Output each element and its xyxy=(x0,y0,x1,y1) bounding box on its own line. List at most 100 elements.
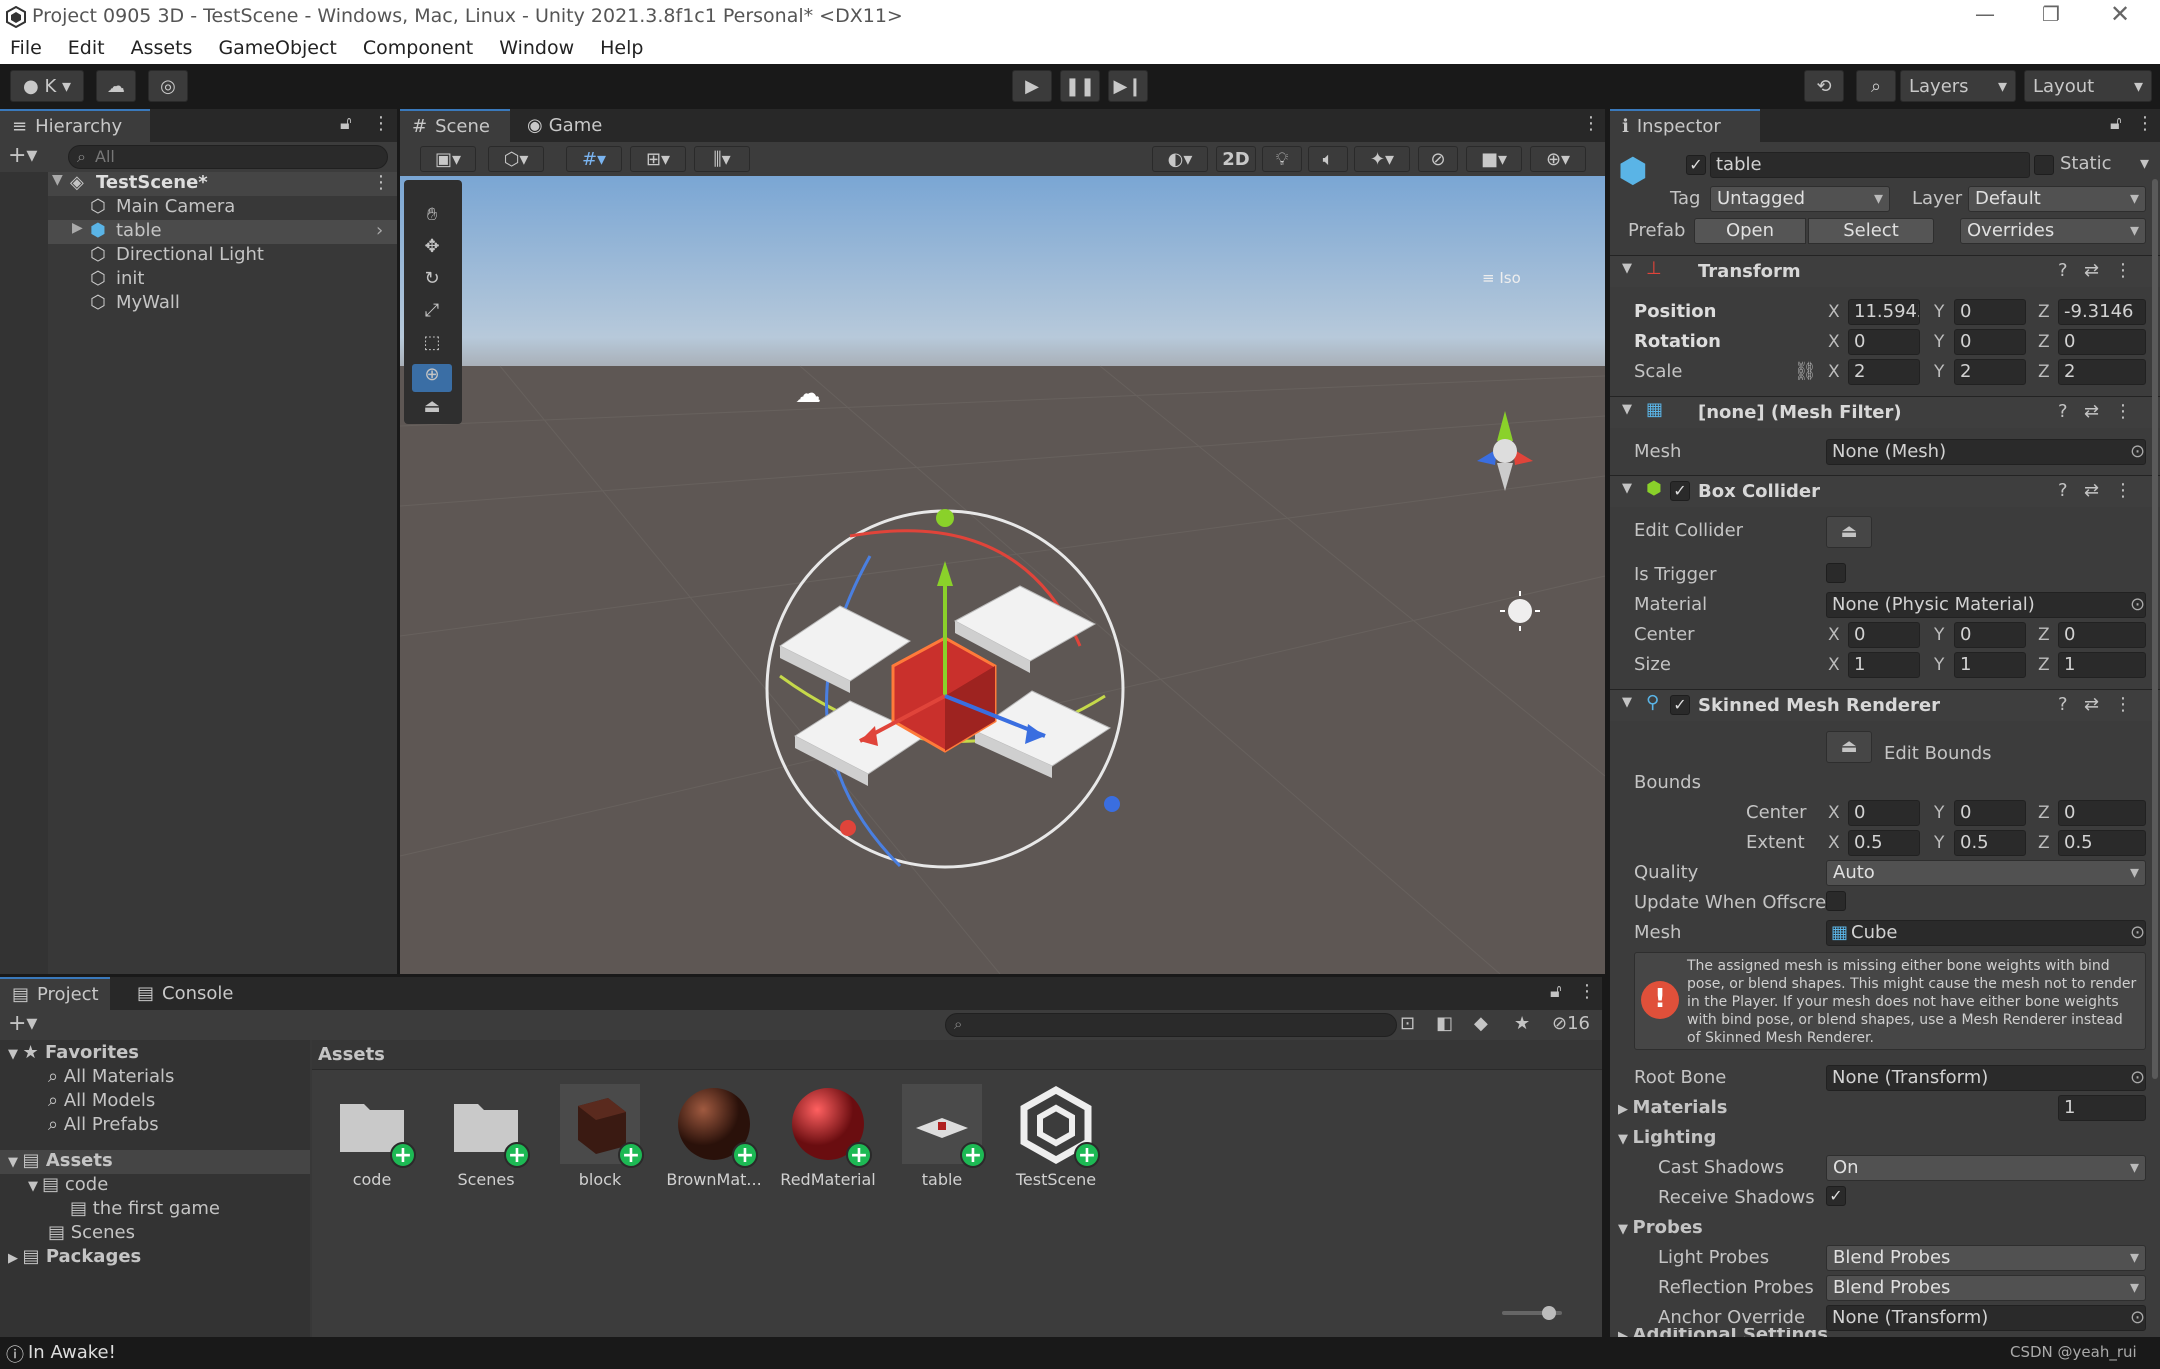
prefab-overrides-dropdown[interactable]: Overrides xyxy=(1960,218,2146,244)
hierarchy-item-selected[interactable]: ▶ ⬢ table › xyxy=(0,220,397,244)
prefab-open-button[interactable]: Open xyxy=(1694,218,1806,244)
mesh-object-field[interactable]: None (Mesh) xyxy=(1826,439,2146,465)
gizmos-button[interactable]: ⊕▾ xyxy=(1530,146,1586,172)
filter-type-icon[interactable]: ◧ xyxy=(1436,1013,1453,1034)
search-button[interactable]: ⌕ xyxy=(1856,70,1896,102)
root-bone-field[interactable]: None (Transform) xyxy=(1826,1065,2146,1091)
mesh-object-field[interactable]: ▦ Cube xyxy=(1826,920,2146,946)
slider-handle[interactable] xyxy=(1542,1306,1556,1320)
asset-item[interactable]: + code xyxy=(322,1084,422,1189)
lock-icon[interactable]: 🔓︎ xyxy=(340,113,352,134)
lock-icon[interactable]: 🔓︎ xyxy=(1550,981,1562,1002)
tab-game[interactable]: ◉ Game xyxy=(515,109,615,142)
restore-button[interactable]: ❐ xyxy=(2042,2,2060,26)
layer-dropdown[interactable]: Default xyxy=(1968,186,2146,212)
inspector-scrollbar[interactable] xyxy=(2152,179,2158,1079)
help-icon[interactable]: ? xyxy=(2058,260,2068,281)
physic-material-field[interactable]: None (Physic Material) xyxy=(1826,592,2146,618)
asset-item[interactable]: + RedMaterial xyxy=(778,1084,878,1189)
pause-button[interactable]: ❚❚ xyxy=(1060,70,1100,102)
object-picker-icon[interactable]: ⊙ xyxy=(2130,1067,2145,1088)
kebab-menu-icon[interactable]: ⋮ xyxy=(1578,981,1596,1002)
asset-item[interactable]: + TestScene xyxy=(1006,1084,1106,1189)
hierarchy-item[interactable]: ⬡ MyWall xyxy=(0,292,397,316)
assets-tree-root[interactable]: ▼ ▤ Assets xyxy=(0,1150,310,1174)
tab-inspector[interactable]: ℹ Inspector xyxy=(1610,109,1760,142)
tree-folder[interactable]: ▤ the first game xyxy=(70,1198,220,1219)
preset-icon[interactable]: ⇄ xyxy=(2084,480,2099,501)
kebab-menu-icon[interactable]: ⋮ xyxy=(2114,401,2132,422)
help-icon[interactable]: ? xyxy=(2058,694,2068,715)
kebab-menu-icon[interactable]: ⋮ xyxy=(372,172,390,193)
receive-shadows-checkbox[interactable]: ✓ xyxy=(1826,1186,1846,1206)
scene-viewport[interactable]: ≡ Iso ☁ ✋︎ ✥ ↻ ⤢ ⬚ ⊕ ⏏ xyxy=(400,176,1605,974)
tag-dropdown[interactable]: Untagged xyxy=(1710,186,1890,212)
scale-tool-icon[interactable]: ⤢ xyxy=(412,300,452,328)
chevron-down-icon[interactable]: ▾ xyxy=(2140,153,2149,174)
favorites-header[interactable]: ▼ ★ Favorites xyxy=(8,1042,139,1063)
search-options-icon[interactable]: ⊡ xyxy=(1400,1013,1415,1034)
history-button[interactable]: ⟲ xyxy=(1804,70,1844,102)
expand-arrow-icon[interactable]: ▼ xyxy=(52,172,63,188)
custom-tool-icon[interactable]: ⏏ xyxy=(412,396,452,424)
menu-file[interactable]: File xyxy=(10,34,42,64)
kebab-menu-icon[interactable]: ⋮ xyxy=(1582,113,1600,134)
enabled-checkbox[interactable]: ✓ xyxy=(1670,481,1690,501)
bounds-center-z-field[interactable]: 0 xyxy=(2058,800,2146,826)
update-offscreen-checkbox[interactable] xyxy=(1826,891,1846,911)
tree-folder[interactable]: ▤ Scenes xyxy=(48,1222,135,1243)
menu-window[interactable]: Window xyxy=(499,34,574,64)
kebab-menu-icon[interactable]: ⋮ xyxy=(2114,480,2132,501)
kebab-menu-icon[interactable]: ⋮ xyxy=(2114,260,2132,281)
bounds-extent-x-field[interactable]: 0.5 xyxy=(1848,830,1920,856)
layers-dropdown[interactable]: Layers ▾ xyxy=(1900,70,2016,102)
hierarchy-item[interactable]: ⬡ init xyxy=(0,268,397,292)
quality-dropdown[interactable]: Auto xyxy=(1826,860,2146,886)
rotation-y-field[interactable]: 0 xyxy=(1954,329,2026,355)
grid-snap-button[interactable]: #▾ xyxy=(566,146,622,172)
size-x-field[interactable]: 1 xyxy=(1848,652,1920,678)
camera-button[interactable]: ■▾ xyxy=(1466,146,1522,172)
hand-tool-icon[interactable]: ✋︎ xyxy=(412,204,452,232)
project-search[interactable]: ⌕ xyxy=(945,1013,1397,1037)
menu-help[interactable]: Help xyxy=(600,34,643,64)
scale-z-field[interactable]: 2 xyxy=(2058,359,2146,385)
tree-folder[interactable]: ▼ ▤ code xyxy=(28,1174,108,1195)
packages-root[interactable]: ▶ ▤ Packages xyxy=(8,1246,141,1267)
light-probes-dropdown[interactable]: Blend Probes xyxy=(1826,1245,2146,1271)
status-message[interactable]: In Awake! xyxy=(28,1342,116,1363)
camera-gizmo-icon[interactable]: ☁ xyxy=(795,379,821,409)
object-picker-icon[interactable]: ⊙ xyxy=(2130,441,2145,462)
preset-icon[interactable]: ⇄ xyxy=(2084,401,2099,422)
step-button[interactable]: ▶❙ xyxy=(1108,70,1148,102)
bounds-center-y-field[interactable]: 0 xyxy=(1954,800,2026,826)
enabled-checkbox[interactable]: ✓ xyxy=(1670,695,1690,715)
edit-collider-button[interactable]: ⏏ xyxy=(1826,516,1872,548)
scene-row[interactable]: ▼ ◈ TestScene* ⋮ xyxy=(0,172,397,196)
prefab-select-button[interactable]: Select xyxy=(1808,218,1934,244)
asset-item[interactable]: + block xyxy=(550,1084,650,1189)
rotation-z-field[interactable]: 0 xyxy=(2058,329,2146,355)
menu-assets[interactable]: Assets xyxy=(131,34,193,64)
favorite-star-icon[interactable]: ★ xyxy=(1514,1013,1530,1034)
edit-bounds-button[interactable]: ⏏ xyxy=(1826,731,1872,763)
kebab-menu-icon[interactable]: ⋮ xyxy=(372,113,390,134)
favorite-item[interactable]: ⌕ All Prefabs xyxy=(48,1114,159,1135)
additional-settings-foldout[interactable]: ▶ Additional Settings xyxy=(1618,1328,2148,1337)
materials-foldout[interactable]: ▶ Materials xyxy=(1618,1097,1727,1118)
cloud-button[interactable]: ☁ xyxy=(96,70,136,102)
hidden-objects-icon[interactable]: ⊘ xyxy=(1418,146,1458,172)
scale-y-field[interactable]: 2 xyxy=(1954,359,2026,385)
align-button[interactable]: ⫼▾ xyxy=(694,146,750,172)
rect-tool-icon[interactable]: ⬚ xyxy=(412,332,452,360)
lighting-foldout[interactable]: ▼ Lighting xyxy=(1618,1127,1716,1148)
cast-shadows-dropdown[interactable]: On xyxy=(1826,1155,2146,1181)
asset-item[interactable]: + table xyxy=(892,1084,992,1189)
object-name-field[interactable]: table xyxy=(1710,152,2030,178)
asset-item[interactable]: + Scenes xyxy=(436,1084,536,1189)
is-trigger-checkbox[interactable] xyxy=(1826,563,1846,583)
object-picker-icon[interactable]: ⊙ xyxy=(2130,922,2145,943)
filter-label-icon[interactable]: ◆ xyxy=(1474,1013,1488,1034)
position-y-field[interactable]: 0 xyxy=(1954,299,2026,325)
position-z-field[interactable]: -9.3146 xyxy=(2058,299,2146,325)
